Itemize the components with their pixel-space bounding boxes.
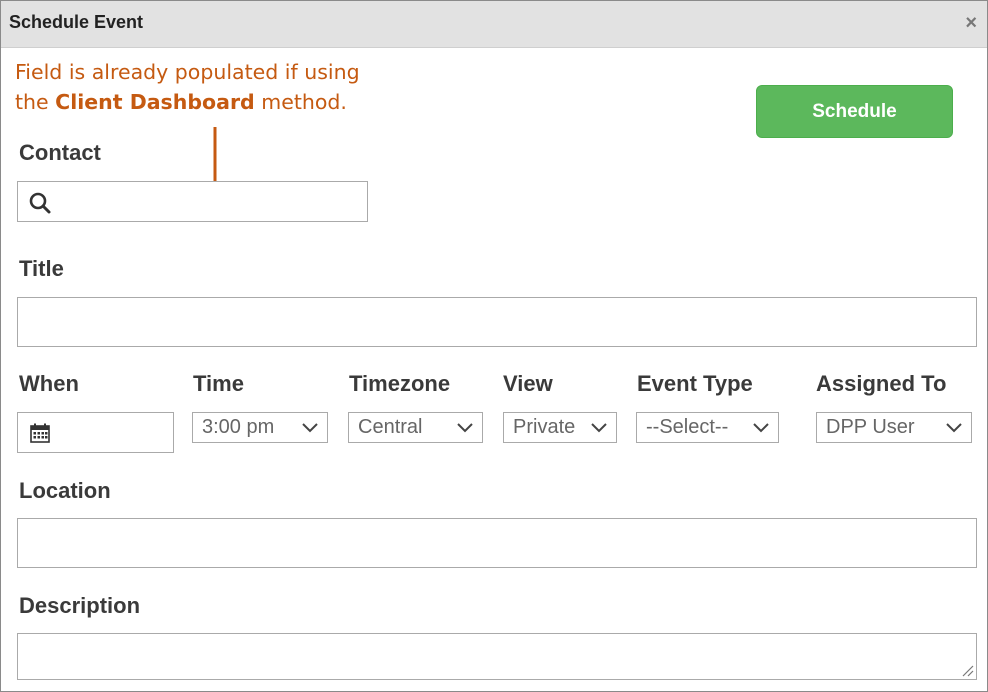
event-type-value: --Select-- xyxy=(646,416,729,438)
dialog-title: Schedule Event xyxy=(9,12,144,32)
resize-handle-icon[interactable] xyxy=(960,663,974,677)
annotation-callout: Field is already populated if using the … xyxy=(15,57,415,117)
chevron-down-icon xyxy=(946,423,962,433)
assigned-to-label: Assigned To xyxy=(816,371,947,396)
view-label: View xyxy=(503,371,553,396)
assigned-to-select[interactable]: DPP User xyxy=(816,412,972,443)
location-label: Location xyxy=(19,478,111,503)
contact-label: Contact xyxy=(19,140,101,165)
timezone-select[interactable]: Central xyxy=(348,412,483,443)
assigned-to-value: DPP User xyxy=(826,416,915,438)
view-value: Private xyxy=(513,416,576,438)
close-icon[interactable]: × xyxy=(965,11,977,35)
calendar-icon xyxy=(30,423,50,443)
annotation-line-2: the Client Dashboard method. xyxy=(15,87,415,117)
annotation-bold-text: Client Dashboard xyxy=(55,90,255,114)
chevron-down-icon xyxy=(302,423,318,433)
schedule-button[interactable]: Schedule xyxy=(756,85,953,138)
chevron-down-icon xyxy=(753,423,769,433)
description-label: Description xyxy=(19,593,141,618)
timezone-value: Central xyxy=(358,416,423,438)
annotation-line-1: Field is already populated if using xyxy=(15,60,360,84)
event-type-select[interactable]: --Select-- xyxy=(636,412,779,443)
when-date-input[interactable] xyxy=(17,412,174,453)
contact-search-field[interactable] xyxy=(17,181,368,222)
when-label: When xyxy=(19,371,79,396)
time-label: Time xyxy=(193,371,244,396)
chevron-down-icon xyxy=(591,423,607,433)
location-input[interactable] xyxy=(17,518,977,568)
chevron-down-icon xyxy=(457,423,473,433)
time-value: 3:00 pm xyxy=(202,416,275,438)
title-label: Title xyxy=(19,256,64,281)
timezone-label: Timezone xyxy=(349,371,451,396)
title-input[interactable] xyxy=(17,297,977,347)
dialog-titlebar: Schedule Event × xyxy=(1,1,987,48)
annotation-suffix: method. xyxy=(254,90,347,114)
time-select[interactable]: 3:00 pm xyxy=(192,412,328,443)
search-icon xyxy=(29,192,51,214)
view-select[interactable]: Private xyxy=(503,412,617,443)
description-textarea[interactable] xyxy=(17,633,977,680)
annotation-prefix: the xyxy=(15,90,56,114)
schedule-event-dialog: Schedule Event × Field is already popula… xyxy=(0,0,988,692)
event-type-label: Event Type xyxy=(637,371,753,396)
